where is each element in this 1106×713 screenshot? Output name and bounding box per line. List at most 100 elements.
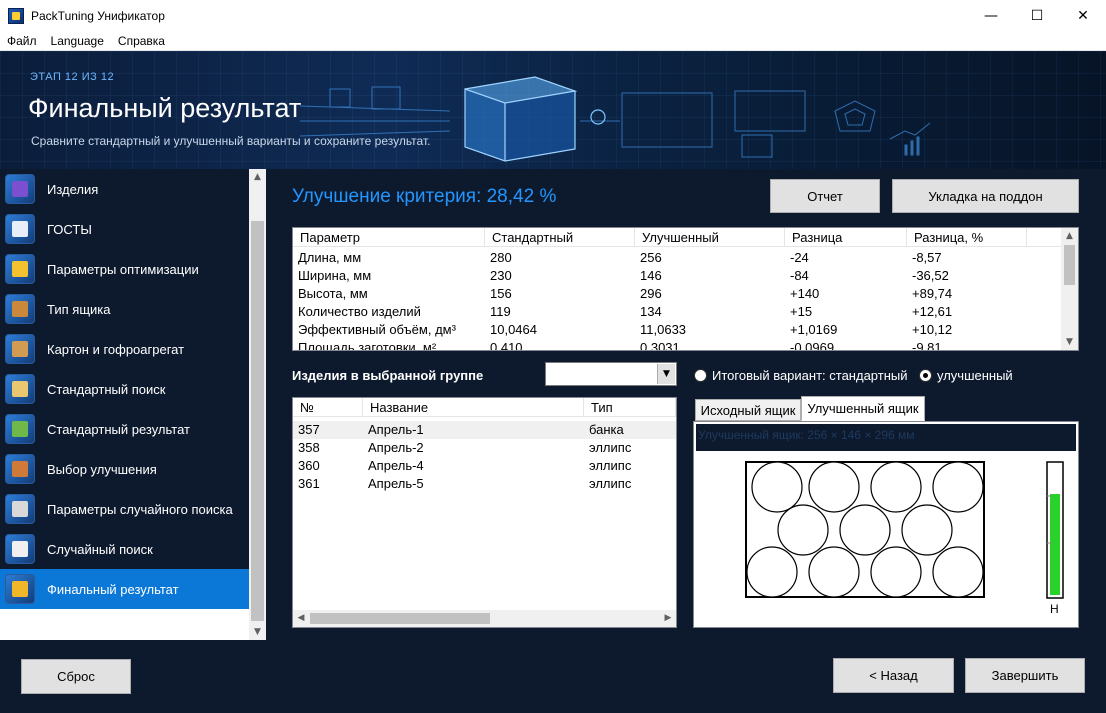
menu-language[interactable]: Language <box>44 34 111 48</box>
scroll-down-icon[interactable]: ▼ <box>1061 334 1078 350</box>
params-table-header: Параметр Стандартный Улучшенный Разница Разн… <box>293 228 1063 247</box>
table-row[interactable]: Площадь заготовки, м² 0,410 0,3031 -0,0969 -… <box>293 339 1063 351</box>
page-title: Финальный результат <box>28 93 302 123</box>
table-row[interactable]: Высота, мм 156 296 +140 +89,74 <box>293 285 1063 303</box>
sidebar-item[interactable]: Случайный поиск <box>0 529 249 569</box>
radio-standard-label: Итоговый вариант: стандартный <box>712 368 908 383</box>
table-row[interactable]: 360 Апрель-4 эллипс <box>293 457 676 475</box>
table-row[interactable]: Длина, мм 280 256 -24 -8,57 <box>293 249 1063 267</box>
pallet-layout-button[interactable]: Укладка на поддон <box>892 179 1079 213</box>
scroll-left-icon[interactable]: ◀ <box>293 610 309 627</box>
sidebar-item-label: Параметры оптимизации <box>47 261 199 277</box>
table-cell: 0,3031 <box>640 340 680 351</box>
tab-original-box[interactable]: Исходный ящик <box>695 399 801 421</box>
menu-help[interactable]: Справка <box>111 34 172 48</box>
sidebar-item[interactable]: Тип ящика <box>0 289 249 329</box>
sidebar-item-label: Выбор улучшения <box>47 461 157 477</box>
column-header[interactable]: Разница, % <box>907 228 1027 247</box>
dice-icon <box>5 534 35 564</box>
table-cell: +140 <box>790 286 820 301</box>
column-header[interactable]: Улучшенный <box>635 228 785 247</box>
table-cell: -8,57 <box>912 250 942 265</box>
scroll-up-icon[interactable]: ▲ <box>1061 228 1078 244</box>
minimize-button[interactable]: — <box>968 0 1014 32</box>
sidebar-item[interactable]: Параметры случайного поиска <box>0 489 249 529</box>
sidebar-item[interactable]: Изделия <box>0 169 249 209</box>
sidebar-item[interactable]: Финальный результат <box>0 569 249 609</box>
page-subtitle: Сравните стандартный и улучшенный вариан… <box>31 134 431 148</box>
column-header[interactable]: № <box>293 398 363 417</box>
sidebar-scroll-thumb[interactable] <box>251 221 264 621</box>
table-cell: Количество изделий <box>298 304 421 319</box>
table-row[interactable]: Эффективный объём, дм³ 10,0464 11,0633 +1,0… <box>293 321 1063 339</box>
table-cell: -0,0969 <box>790 340 835 351</box>
boxes-icon <box>5 294 35 324</box>
params-scroll-thumb[interactable] <box>1064 245 1075 285</box>
radio-standard-option[interactable]: Итоговый вариант: стандартный <box>694 368 907 383</box>
sidebar-item[interactable]: Картон и гофроагрегат <box>0 329 249 369</box>
table-cell: Апрель-5 <box>368 476 424 491</box>
table-cell: -36,52 <box>912 268 949 283</box>
maximize-button[interactable]: ☐ <box>1014 0 1060 32</box>
params-scrollbar[interactable]: ▲ ▼ <box>1061 228 1078 350</box>
radio-improved-option[interactable]: улучшенный <box>919 368 1013 383</box>
document-icon <box>5 214 35 244</box>
reset-button[interactable]: Сброс <box>21 659 131 694</box>
report-button[interactable]: Отчет <box>770 179 880 213</box>
sidebar-item[interactable]: Выбор улучшения <box>0 449 249 489</box>
table-cell: 357 <box>298 422 320 437</box>
sidebar-item-label: ГОСТЫ <box>47 221 92 237</box>
items-hscrollbar[interactable]: ◀ ▶ <box>293 610 676 627</box>
table-cell: Высота, мм <box>298 286 368 301</box>
window-title: PackTuning Унификатор <box>31 9 165 23</box>
sidebar-item[interactable]: Параметры оптимизации <box>0 249 249 289</box>
table-cell: Эффективный объём, дм³ <box>298 322 456 337</box>
scroll-down-icon[interactable]: ▼ <box>249 624 266 640</box>
items-scroll-thumb[interactable] <box>310 613 490 624</box>
chevron-down-icon[interactable]: ▼ <box>657 364 675 384</box>
scroll-right-icon[interactable]: ▶ <box>660 610 676 627</box>
table-cell: +89,74 <box>912 286 953 301</box>
column-header[interactable]: Название <box>363 398 584 417</box>
item-circle <box>901 504 953 556</box>
sidebar-item[interactable]: Стандартный результат <box>0 409 249 449</box>
sidebar-item-label: Случайный поиск <box>47 541 153 557</box>
back-button[interactable]: < Назад <box>833 658 954 693</box>
sidebar-item-label: Тип ящика <box>47 301 111 317</box>
sidebar-item-label: Параметры случайного поиска <box>47 501 233 517</box>
table-cell: эллипс <box>589 476 632 491</box>
item-circle <box>932 546 984 598</box>
scroll-up-icon[interactable]: ▲ <box>249 169 266 185</box>
table-cell: 11,0633 <box>640 322 687 337</box>
sidebar-item-label: Стандартный результат <box>47 421 190 437</box>
sidebar-item[interactable]: Стандартный поиск <box>0 369 249 409</box>
sidebar-item[interactable]: ГОСТЫ <box>0 209 249 249</box>
criterion-improvement: Улучшение критерия: 28,42 % <box>292 186 557 207</box>
table-cell: Апрель-2 <box>368 440 424 455</box>
table-cell: 156 <box>490 286 512 301</box>
table-cell: 358 <box>298 440 320 455</box>
column-header[interactable]: Стандартный <box>485 228 635 247</box>
table-row[interactable]: Ширина, мм 230 146 -84 -36,52 <box>293 267 1063 285</box>
sidebar-scrollbar[interactable]: ▲ ▼ <box>249 169 266 640</box>
column-header[interactable]: Параметр <box>293 228 485 247</box>
menu-file[interactable]: Файл <box>0 34 44 48</box>
table-cell: Площадь заготовки, м² <box>298 340 437 351</box>
column-header[interactable]: Тип <box>584 398 676 417</box>
table-row[interactable]: Количество изделий 119 134 +15 +12,61 <box>293 303 1063 321</box>
column-header[interactable]: Разница <box>785 228 907 247</box>
table-row[interactable]: 358 Апрель-2 эллипс <box>293 439 676 457</box>
table-cell: Апрель-4 <box>368 458 424 473</box>
radio-improved[interactable] <box>919 369 932 382</box>
finish-button[interactable]: Завершить <box>965 658 1085 693</box>
radio-standard[interactable] <box>694 369 707 382</box>
table-row[interactable]: 357 Апрель-1 банка <box>293 421 676 439</box>
table-cell: +12,61 <box>912 304 953 319</box>
table-row[interactable]: 361 Апрель-5 эллипс <box>293 475 676 493</box>
result-box-icon <box>5 414 35 444</box>
box-visualization-panel: Улучшенный ящик: 256 × 146 × 296 мм H <box>693 421 1079 628</box>
table-cell: 146 <box>640 268 662 283</box>
group-select[interactable]: ▼ <box>545 362 677 386</box>
tab-improved-box[interactable]: Улучшенный ящик <box>801 396 925 421</box>
close-button[interactable]: ✕ <box>1060 0 1106 32</box>
